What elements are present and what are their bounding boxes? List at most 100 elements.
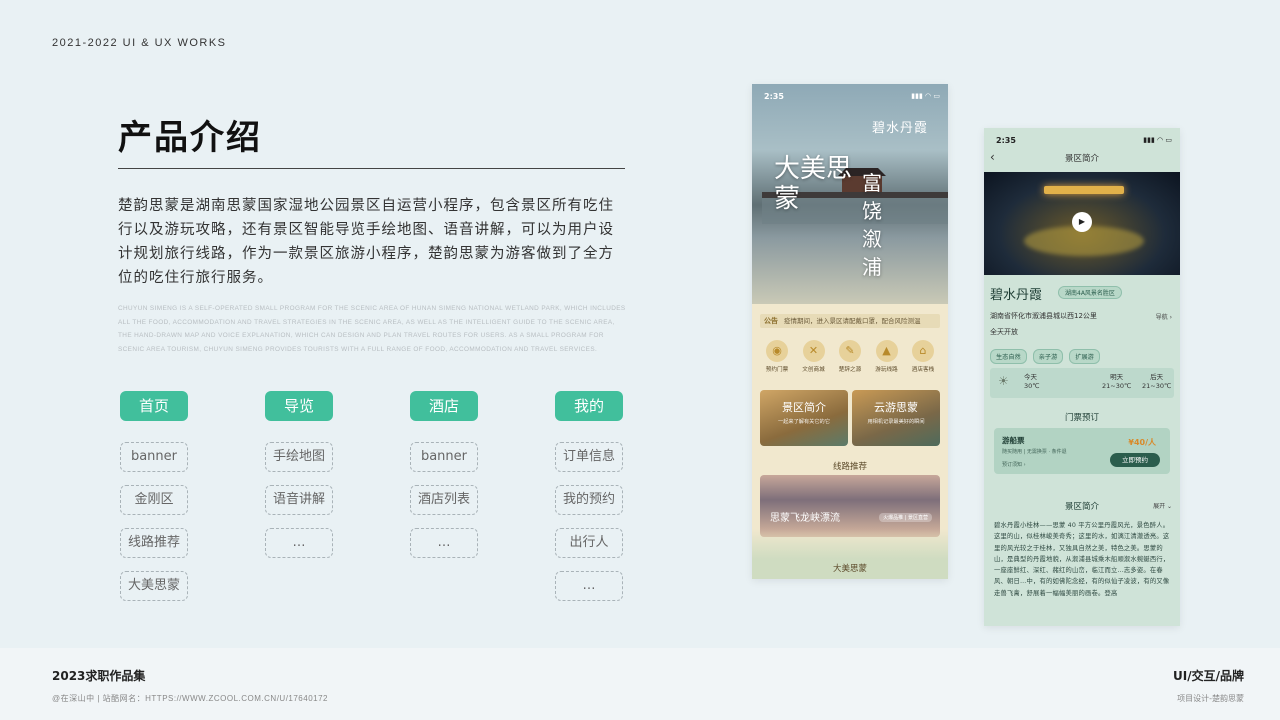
status-time: 2:35: [764, 92, 784, 101]
hotel-item-banner[interactable]: banner: [410, 442, 478, 472]
menu-label: 楚辞之源: [838, 367, 862, 373]
guide-item-voice[interactable]: 语音讲解: [265, 485, 333, 515]
page-title: 产品介绍: [118, 118, 262, 158]
hotel-item-list[interactable]: 酒店列表: [410, 485, 478, 515]
guide-item-more[interactable]: …: [265, 528, 333, 558]
menu-label: 酒店客栈: [911, 367, 935, 373]
intro-text: 碧水丹霞小桂林——思蒙 40 平方公里丹霞风光，景色醉人。这里的山，似桂林峻美奇…: [994, 522, 1170, 597]
tab-hotel-button[interactable]: 酒店: [410, 391, 478, 421]
structure-column-home: 首页 banner 金刚区 线路推荐 大美思蒙: [120, 391, 188, 601]
ticket-icon: ◉: [766, 340, 788, 362]
structure-column-hotel: 酒店 banner 酒店列表 …: [410, 391, 478, 558]
notice-bar[interactable]: 公告 疫情期间，进入景区请配戴口罩，配合风险测温: [760, 314, 940, 328]
brand-logo: 碧水丹霞: [990, 288, 1043, 303]
kingkong-menu: ◉ 预约门票 ✕ 文创商城 ✎ 楚辞之源 ▲ 游玩线路 ⌂ 酒店客栈: [760, 340, 940, 373]
home-item-routes[interactable]: 线路推荐: [120, 528, 188, 558]
ticket-card: 游船票 随买随用 | 无需换票 · 条件退 预订须知 › ¥40/人 立即预约: [994, 428, 1170, 474]
card-cloud-tour[interactable]: 云游思蒙用相机记录最美好的瞬间: [852, 390, 940, 446]
footer-project: 项目设计-楚韵思蒙: [1177, 694, 1244, 703]
menu-label: 预约门票: [765, 367, 789, 373]
structure-column-guide: 导览 手绘地图 语音讲解 …: [265, 391, 333, 558]
scroll-icon: ✎: [839, 340, 861, 362]
menu-label: 文创商城: [802, 367, 825, 373]
house-icon: ⌂: [912, 340, 934, 362]
mine-item-reservations[interactable]: 我的预约: [555, 485, 623, 515]
weather-panel: ☀ 今天 30℃ 明天 21~30℃ 后天 21~30℃: [990, 368, 1174, 398]
route-title: 思蒙飞龙峡漂流: [770, 513, 840, 524]
card-title: 景区简介: [782, 401, 826, 414]
route-section-title: 线路推荐: [832, 462, 867, 472]
menu-hotel[interactable]: ⌂ 酒店客栈: [906, 340, 940, 373]
weather-label: 明天: [1110, 373, 1124, 381]
route-card[interactable]: 思蒙飞龙峡漂流 火爆品推 | 景区直营: [760, 475, 940, 537]
route-tag: 火爆品推 | 景区直营: [879, 513, 932, 522]
sun-icon: ☀: [998, 374, 1009, 388]
description-cn: 楚韵思蒙是湖南思蒙国家湿地公园景区自运营小程序，包含景区所有吃住行以及游玩攻略，…: [118, 198, 614, 286]
weather-tomorrow: 明天 21~30℃: [1102, 373, 1131, 391]
footer: 2023求职作品集 @在深山中 | 站酷网名：HTTPS://WWW.ZCOOL…: [0, 648, 1280, 720]
mine-item-more[interactable]: …: [555, 571, 623, 601]
tag-chip[interactable]: 生态自然: [990, 349, 1027, 364]
tag-list: 生态自然 亲子游 扩展游: [990, 349, 1100, 364]
ticket-desc: 随买随用 | 无需换票 · 条件退: [1002, 449, 1067, 455]
address-text: 湖南省怀化市溆浦县城以西12公里: [990, 312, 1097, 320]
calligraphy-main: 大美思蒙: [774, 154, 853, 214]
tag-chip[interactable]: 亲子游: [1032, 349, 1064, 364]
home-item-banner[interactable]: banner: [120, 442, 188, 472]
weather-today: 今天 30℃: [1024, 373, 1040, 391]
weather-label: 今天: [1024, 373, 1037, 381]
intro-section-title: 景区简介: [1064, 502, 1099, 512]
menu-shop[interactable]: ✕ 文创商城: [797, 340, 831, 373]
ticket-section-title: 门票预订: [1064, 413, 1099, 423]
bottom-section-title: 大美思蒙: [832, 564, 867, 574]
structure-column-mine: 我的 订单信息 我的预约 出行人 …: [555, 391, 623, 601]
status-icons: ▮▮▮ ◠ ▭: [911, 92, 940, 100]
tab-mine-button[interactable]: 我的: [555, 391, 623, 421]
home-item-kingkong[interactable]: 金刚区: [120, 485, 188, 515]
description-en: CHUYUN SIMENG IS A SELF-OPERATED SMALL P…: [118, 305, 626, 353]
menu-label: 游玩线路: [875, 367, 898, 373]
navigate-link[interactable]: 导航 ›: [1156, 312, 1172, 321]
nav-title: 景区简介: [1064, 154, 1099, 164]
card-subtitle: 用相机记录最美好的瞬间: [867, 419, 925, 425]
card-subtitle: 一起来了解有关它的它: [778, 419, 830, 425]
feature-cards: 景区简介一起来了解有关它的它 云游思蒙用相机记录最美好的瞬间: [760, 390, 940, 446]
footer-credit[interactable]: @在深山中 | 站酷网名：HTTPS://WWW.ZCOOL.COM.CN/U/…: [52, 693, 328, 704]
umbrella-icon: ✕: [802, 340, 825, 362]
weather-temp: 21~30℃: [1142, 382, 1172, 390]
ticket-note[interactable]: 预订须知 ›: [1002, 461, 1026, 468]
bridge-lights: [1044, 186, 1124, 194]
tab-home-button[interactable]: 首页: [120, 391, 188, 421]
weather-temp: 21~30℃: [1102, 382, 1132, 390]
menu-ticket[interactable]: ◉ 预约门票: [760, 340, 794, 373]
expand-link[interactable]: 展开 ⌄: [1153, 501, 1172, 510]
phone-scenic-screen: 2:35 ▮▮▮ ◠ ▭ ‹ 景区简介 ▶ 碧水丹霞 湖南4A风景名胜区 湖南省…: [984, 128, 1180, 626]
book-button[interactable]: 立即预约: [1110, 453, 1160, 467]
notice-label: 公告: [764, 317, 778, 325]
footer-category: UI/交互/品牌: [1173, 669, 1244, 683]
opening-hours: 全天开放: [990, 328, 1018, 336]
status-icons: ▮▮▮ ◠ ▭: [1143, 136, 1172, 144]
top-tag: 2021-2022 UI & UX WORKS: [52, 37, 227, 49]
tab-guide-button[interactable]: 导览: [265, 391, 333, 421]
menu-routes[interactable]: ▲ 游玩线路: [870, 340, 904, 373]
status-time: 2:35: [996, 136, 1016, 145]
rating-badge: 湖南4A风景名胜区: [1058, 286, 1122, 299]
guide-item-map[interactable]: 手绘地图: [265, 442, 333, 472]
title-divider: [118, 168, 625, 169]
map-icon: ▲: [875, 340, 898, 362]
weather-after: 后天 21~30℃: [1142, 373, 1171, 391]
menu-chuci[interactable]: ✎ 楚辞之源: [833, 340, 867, 373]
home-item-damei[interactable]: 大美思蒙: [120, 571, 188, 601]
play-icon[interactable]: ▶: [1072, 212, 1092, 232]
weather-temp: 30℃: [1024, 382, 1040, 390]
card-scenic-intro[interactable]: 景区简介一起来了解有关它的它: [760, 390, 848, 446]
weather-label: 后天: [1150, 373, 1164, 381]
ticket-price: ¥40/人: [1128, 438, 1156, 447]
card-title: 云游思蒙: [874, 401, 918, 414]
calligraphy-side: 富饶溆浦: [862, 171, 882, 279]
hotel-item-more[interactable]: …: [410, 528, 478, 558]
mine-item-travelers[interactable]: 出行人: [555, 528, 623, 558]
mine-item-orders[interactable]: 订单信息: [555, 442, 623, 472]
tag-chip[interactable]: 扩展游: [1069, 349, 1100, 364]
